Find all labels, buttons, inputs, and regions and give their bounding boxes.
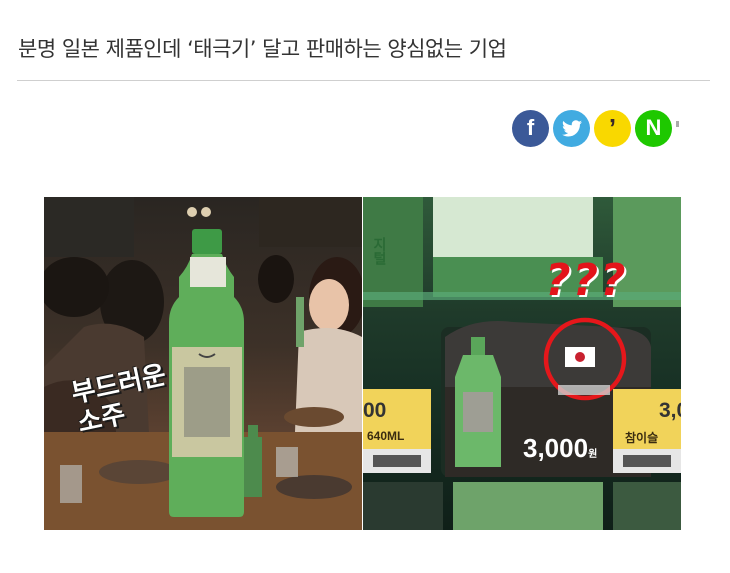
naver-share-button[interactable]: N	[635, 109, 672, 147]
article-image: 부드러운 소주 ??? 00 640ML 3,000원 3, 참이슬 지털	[44, 197, 681, 530]
store-shelf-panel: ??? 00 640ML 3,000원 3,0 참이슬 지털	[363, 197, 681, 530]
bottle-side-text: 지털	[371, 237, 387, 265]
headline-divider	[17, 80, 710, 81]
price-tag-left: 00	[363, 399, 387, 422]
price-main-value: 3,000	[523, 433, 589, 463]
facebook-icon: f	[526, 115, 535, 140]
ad-scene-illustration	[44, 197, 362, 530]
question-marks-annotation: ???	[545, 255, 628, 306]
kakaostory-icon: ’	[608, 112, 617, 143]
twitter-share-button[interactable]	[553, 109, 590, 147]
price-main-unit: 원	[588, 449, 598, 460]
share-more-indicator	[676, 121, 679, 127]
product-label-right: 참이슬	[625, 431, 659, 445]
naver-icon: N	[645, 115, 662, 140]
volume-label: 640ML	[367, 429, 405, 443]
article-headline: 분명 일본 제품인데 ‘태극기’ 달고 판매하는 양심없는 기업	[18, 37, 507, 61]
price-tag-right: 3,0	[659, 399, 681, 422]
price-main: 3,000원	[523, 433, 597, 464]
kakaostory-share-button[interactable]: ’	[594, 109, 631, 147]
ad-scene-panel: 부드러운 소주	[44, 197, 362, 530]
facebook-share-button[interactable]: f	[512, 109, 549, 147]
share-buttons: f ’ N	[512, 109, 679, 147]
store-shelf-illustration	[363, 197, 681, 530]
twitter-icon	[561, 119, 582, 136]
